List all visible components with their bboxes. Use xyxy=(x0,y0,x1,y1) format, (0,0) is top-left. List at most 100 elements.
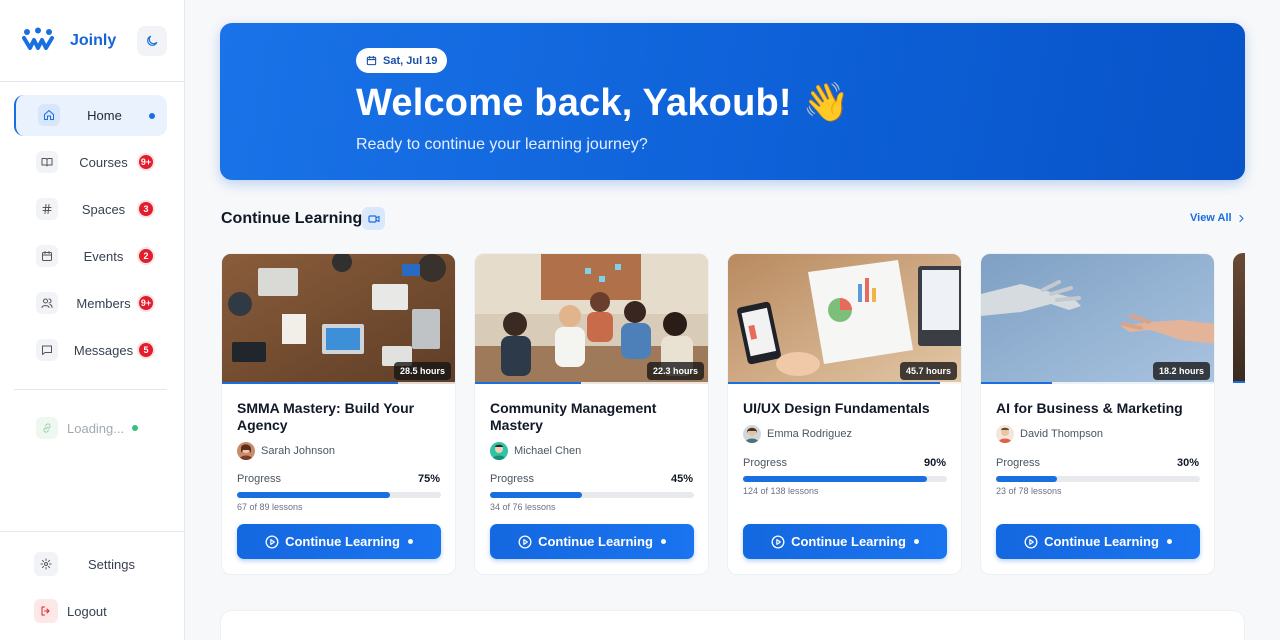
sidebar-item-members[interactable]: Members 9+ xyxy=(14,283,167,324)
lessons-count: 23 of 78 lessons xyxy=(996,486,1062,496)
notification-badge: 9+ xyxy=(137,294,155,312)
progress-percent: 30% xyxy=(1176,457,1199,469)
progress-label: Progress xyxy=(743,457,788,469)
progress-label: Progress xyxy=(237,473,282,485)
duration-badge: 28.5 hours xyxy=(393,362,451,380)
duration-badge: 22.3 hours xyxy=(646,362,704,380)
logout-icon xyxy=(34,599,58,623)
author-name: Sarah Johnson xyxy=(261,445,335,457)
course-thumbnail: 18.2 hours xyxy=(981,254,1214,384)
sidebar: Joinly Home Courses 9+ Spaces 3 Events 2… xyxy=(0,0,185,640)
view-all-link[interactable]: View All xyxy=(1190,212,1246,224)
link-icon xyxy=(36,417,58,439)
notification-badge: 3 xyxy=(137,200,155,218)
calendar-icon xyxy=(366,55,377,66)
course-card[interactable]: 45.7 hours UI/UX Design Fundamentals Emm… xyxy=(727,253,962,575)
indicator-dot xyxy=(407,539,413,544)
settings-label: Settings xyxy=(88,557,135,572)
button-label: Continue Learning xyxy=(1044,534,1159,549)
progress-percent: 45% xyxy=(670,473,693,485)
sidebar-item-label: Home xyxy=(87,108,122,123)
course-author: Michael Chen xyxy=(490,442,581,460)
sidebar-item-courses[interactable]: Courses 9+ xyxy=(14,142,167,183)
course-title[interactable]: AI for Business & Marketing xyxy=(996,400,1206,417)
logout-label: Logout xyxy=(67,604,107,619)
date-pill: Sat, Jul 19 xyxy=(356,48,448,73)
play-circle-icon xyxy=(1024,535,1038,548)
continue-learning-button[interactable]: Continue Learning xyxy=(743,524,947,559)
course-title[interactable]: SMMA Mastery: Build Your Agency xyxy=(237,400,447,434)
watch-progress-bar xyxy=(728,382,940,384)
avatar xyxy=(237,442,255,460)
progress-fill xyxy=(743,476,927,482)
welcome-title: Welcome back, Yakoub! 👋 xyxy=(356,82,851,124)
course-card[interactable]: 18.2 hours AI for Business & Marketing D… xyxy=(980,253,1215,575)
course-card[interactable]: 28.5 hours SMMA Mastery: Build Your Agen… xyxy=(221,253,456,575)
date-label: Sat, Jul 19 xyxy=(383,54,438,67)
welcome-banner: Sat, Jul 19 Welcome back, Yakoub! 👋 Read… xyxy=(220,23,1245,180)
sidebar-item-spaces[interactable]: Spaces 3 xyxy=(14,189,167,230)
settings-button[interactable]: Settings xyxy=(34,552,164,576)
course-author: David Thompson xyxy=(996,425,1103,443)
message-icon xyxy=(36,339,58,361)
progress-track xyxy=(490,492,694,498)
sidebar-divider xyxy=(0,531,184,532)
course-title[interactable]: UI/UX Design Fundamentals xyxy=(743,400,953,417)
status-dot xyxy=(132,425,138,431)
sidebar-item-home[interactable]: Home xyxy=(14,95,167,136)
button-label: Continue Learning xyxy=(791,534,906,549)
lessons-count: 124 of 138 lessons xyxy=(743,486,819,496)
play-circle-icon xyxy=(265,535,279,548)
continue-learning-button[interactable]: Continue Learning xyxy=(490,524,694,559)
users-icon xyxy=(36,292,58,314)
sidebar-nav: Home Courses 9+ Spaces 3 Events 2 Member… xyxy=(14,95,167,377)
lessons-count: 67 of 89 lessons xyxy=(237,502,303,512)
watch-progress-bar xyxy=(222,382,399,384)
sidebar-item-label: Members xyxy=(76,296,131,311)
button-label: Continue Learning xyxy=(285,534,400,549)
lessons-count: 34 of 76 lessons xyxy=(490,502,556,512)
progress-label: Progress xyxy=(996,457,1041,469)
course-title[interactable]: Community Management Mastery xyxy=(490,400,700,434)
sidebar-item-label: Courses xyxy=(79,155,128,170)
logout-button[interactable]: Logout xyxy=(34,599,164,623)
indicator-dot xyxy=(1166,539,1172,544)
home-icon xyxy=(38,104,60,126)
next-section-panel xyxy=(220,610,1245,640)
sidebar-item-messages[interactable]: Messages 5 xyxy=(14,330,167,371)
progress-percent: 75% xyxy=(417,473,440,485)
author-name: Emma Rodriguez xyxy=(767,428,852,440)
avatar xyxy=(490,442,508,460)
avatar xyxy=(743,425,761,443)
chevron-right-icon xyxy=(1239,214,1244,222)
continue-learning-button[interactable]: Continue Learning xyxy=(996,524,1200,559)
theme-toggle-button[interactable] xyxy=(137,26,167,56)
sidebar-item-events[interactable]: Events 2 xyxy=(14,236,167,277)
notification-badge: 2 xyxy=(137,247,155,265)
sidebar-item-label: Messages xyxy=(73,343,134,358)
brand-name[interactable]: Joinly xyxy=(70,32,116,50)
progress-track xyxy=(996,476,1200,482)
notification-badge: 9+ xyxy=(137,153,155,171)
course-card-partial[interactable] xyxy=(1233,253,1245,383)
duration-badge: 18.2 hours xyxy=(1152,362,1210,380)
progress-track xyxy=(743,476,947,482)
author-name: David Thompson xyxy=(1020,428,1103,440)
course-author: Emma Rodriguez xyxy=(743,425,852,443)
continue-learning-button[interactable]: Continue Learning xyxy=(237,524,441,559)
course-thumbnail: 28.5 hours xyxy=(222,254,455,384)
book-icon xyxy=(36,151,58,173)
duration-badge: 45.7 hours xyxy=(899,362,957,380)
course-thumbnail: 45.7 hours xyxy=(728,254,961,384)
indicator-dot xyxy=(660,539,666,544)
progress-track xyxy=(237,492,441,498)
watch-progress-bar xyxy=(475,382,581,384)
sidebar-item-label: Events xyxy=(83,249,124,264)
play-circle-icon xyxy=(771,535,785,548)
sidebar-item-loading: Loading... xyxy=(36,417,166,439)
progress-fill xyxy=(996,476,1058,482)
progress-percent: 90% xyxy=(923,457,946,469)
course-thumbnail: 22.3 hours xyxy=(475,254,708,384)
course-card[interactable]: 22.3 hours Community Management Mastery … xyxy=(474,253,709,575)
author-name: Michael Chen xyxy=(514,445,582,457)
